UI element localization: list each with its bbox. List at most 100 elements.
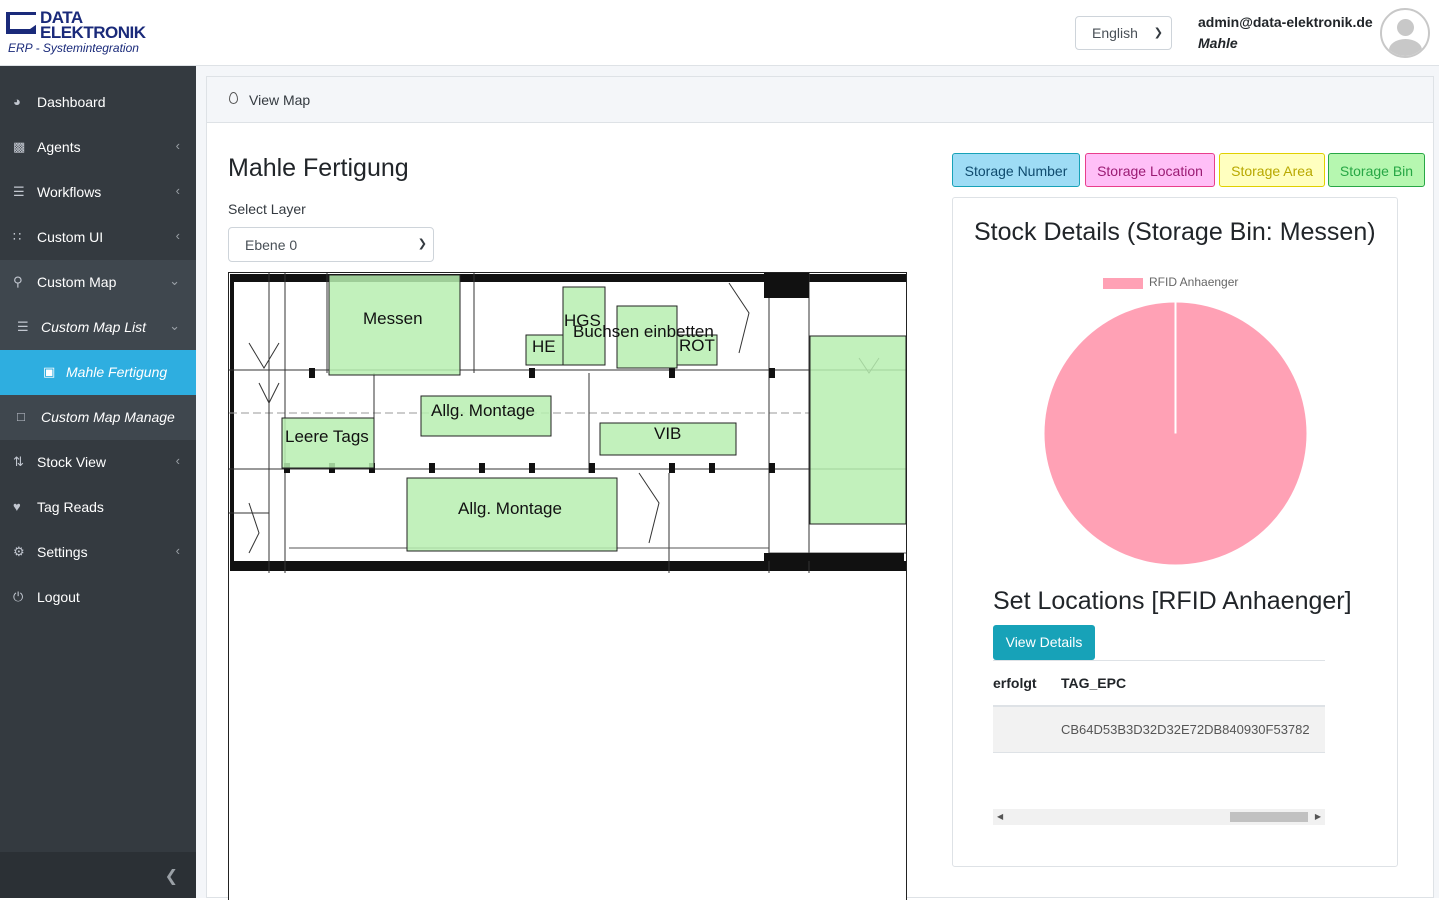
chevron-down-icon: ⌄ — [169, 273, 180, 288]
company-logo[interactable]: DATA ELEKTRONIK ERP - Systemintegration — [6, 8, 156, 56]
floor-map[interactable]: Messen HGS HE Buchsen einbetten ROT Allg… — [228, 272, 907, 900]
sidebar-item-custom-map-manage[interactable]: □ Custom Map Manage — [0, 395, 196, 440]
zone-label: Allg. Montage — [431, 401, 535, 420]
logo-tagline: ERP - Systemintegration — [8, 41, 139, 55]
sidebar-item-mahle-fertigung[interactable]: ▣ Mahle Fertigung — [0, 350, 196, 395]
view-details-button[interactable]: View Details — [993, 625, 1095, 660]
avatar-body-shape — [1389, 39, 1422, 56]
grid-icon: ∷ — [13, 229, 22, 244]
sidebar-item-label: Custom UI — [37, 229, 104, 245]
chevron-left-icon: ‹ — [175, 183, 180, 198]
main-content: View Map Mahle Fertigung Select Layer Eb… — [196, 66, 1439, 900]
user-organization: Mahle — [1198, 35, 1238, 51]
column-header-erfolgt[interactable]: erfolgt — [993, 675, 1037, 691]
chevron-down-icon: ⌄ — [169, 318, 180, 333]
zone-label: HE — [532, 337, 556, 356]
legend-storage-location-button[interactable]: Storage Location — [1085, 153, 1215, 187]
zone-label: VIB — [654, 424, 681, 443]
zone-label: Allg. Montage — [458, 499, 562, 518]
pie-legend-swatch[interactable] — [1103, 278, 1143, 289]
dashboard-icon: ◕ — [13, 94, 21, 109]
chevron-down-icon: ❯ — [417, 238, 427, 250]
floor-plan-svg: Messen HGS HE Buchsen einbetten ROT Allg… — [229, 273, 906, 573]
sidebar-item-custom-map-list[interactable]: ☰ Custom Map List ⌄ — [0, 305, 196, 350]
file-code-icon: ▣ — [43, 364, 56, 379]
column-header-tag-epc[interactable]: TAG_EPC — [1061, 675, 1126, 691]
table-top-border — [993, 660, 1325, 661]
stock-details-card: Stock Details (Storage Bin: Messen) RFID… — [952, 197, 1398, 867]
sidebar-item-tag-reads[interactable]: ♥ Tag Reads — [0, 485, 196, 530]
map-marker-icon: ⚲ — [13, 274, 23, 289]
list-icon: ☰ — [13, 184, 25, 199]
droplet-icon — [229, 92, 238, 104]
top-navbar: DATA ELEKTRONIK ERP - Systemintegration … — [0, 0, 1439, 66]
layer-label: Select Layer — [228, 201, 306, 217]
scrollbar-thumb[interactable] — [1230, 812, 1308, 822]
layer-select[interactable]: Ebene 0 ❯ — [228, 227, 434, 262]
zone-label: ROT — [679, 336, 715, 355]
sidebar-item-label: Dashboard — [37, 94, 106, 110]
sidebar-item-label: Custom Map Manage — [41, 409, 175, 425]
sidebar-footer: ❮ — [0, 852, 196, 898]
table-horizontal-scrollbar[interactable]: ◀ ▶ — [993, 809, 1325, 825]
sidebar-item-label: Custom Map List — [41, 319, 147, 335]
pie-chart — [1043, 301, 1308, 571]
zone-label: Leere Tags — [285, 427, 369, 446]
scroll-right-icon[interactable]: ▶ — [1315, 812, 1321, 821]
list-icon: ☰ — [17, 319, 29, 334]
logo-line-2: ELEKTRONIK — [40, 23, 146, 42]
chevron-left-icon: ‹ — [175, 138, 180, 153]
sidebar-item-custom-map[interactable]: ⚲ Custom Map ⌄ — [0, 260, 196, 305]
sidebar-item-label: Agents — [37, 139, 81, 155]
wall-bottom — [230, 561, 906, 571]
avatar-head-shape — [1397, 19, 1414, 36]
stock-details-title: Stock Details (Storage Bin: Messen) — [974, 218, 1376, 246]
legend-storage-number-button[interactable]: Storage Number — [952, 153, 1080, 187]
cogs-icon: ⚙ — [13, 544, 25, 559]
zone-label: Messen — [363, 309, 423, 328]
heartbeat-icon: ♥ — [13, 499, 21, 514]
language-value: English — [1092, 25, 1138, 41]
breadcrumb: View Map — [207, 77, 1433, 123]
chevron-down-icon: ❯ — [1153, 27, 1163, 39]
sidebar-item-label: Mahle Fertigung — [66, 364, 168, 380]
sidebar-item-agents[interactable]: ▩ Agents ‹ — [0, 125, 196, 170]
cell-tag-epc: CB64D53B3D32D32E72DB840930F53782 — [1061, 722, 1310, 737]
sidebar-item-label: Workflows — [37, 184, 102, 200]
chevron-left-icon: ‹ — [175, 543, 180, 558]
legend-storage-area-button[interactable]: Storage Area — [1219, 153, 1325, 187]
collapse-sidebar-icon[interactable]: ❮ — [165, 866, 178, 886]
chart-icon: ▩ — [13, 139, 26, 154]
page-title: Mahle Fertigung — [228, 154, 409, 182]
layer-select-value: Ebene 0 — [245, 237, 298, 253]
sidebar-item-logout[interactable]: ⏻ Logout — [0, 575, 196, 620]
sidebar-item-label: Logout — [37, 589, 80, 605]
stock-icon: ⇅ — [13, 454, 24, 469]
legend-storage-bin-button[interactable]: Storage Bin — [1328, 153, 1425, 187]
sidebar-item-label: Stock View — [37, 454, 106, 470]
sidebar-item-dashboard[interactable]: ◕ Dashboard — [0, 80, 196, 125]
chevron-left-icon: ‹ — [175, 453, 180, 468]
square-icon: □ — [17, 409, 25, 424]
sidebar-item-custom-ui[interactable]: ∷ Custom UI ‹ — [0, 215, 196, 260]
sidebar-item-stock-view[interactable]: ⇅ Stock View ‹ — [0, 440, 196, 485]
sidebar-item-label: Custom Map — [37, 274, 117, 290]
content-card: View Map Mahle Fertigung Select Layer Eb… — [206, 76, 1434, 900]
pie-chart-svg — [1044, 302, 1307, 565]
set-locations-title: Set Locations [RFID Anhaenger] — [993, 587, 1352, 615]
sidebar: ◕ Dashboard ▩ Agents ‹ ☰ Workflows ‹ ∷ C… — [0, 66, 196, 898]
user-avatar[interactable] — [1380, 8, 1430, 58]
sidebar-item-workflows[interactable]: ☰ Workflows ‹ — [0, 170, 196, 215]
pie-legend-label: RFID Anhaenger — [1149, 275, 1239, 289]
zone-right-area[interactable] — [809, 335, 906, 525]
power-icon: ⏻ — [13, 589, 24, 604]
sidebar-item-label: Settings — [37, 544, 88, 560]
breadcrumb-title: View Map — [249, 92, 311, 108]
logo-mark-icon — [6, 12, 50, 34]
scroll-left-icon[interactable]: ◀ — [997, 812, 1003, 821]
table-row[interactable]: CB64D53B3D32D32E72DB840930F53782 — [993, 707, 1325, 753]
sidebar-item-settings[interactable]: ⚙ Settings ‹ — [0, 530, 196, 575]
sidebar-item-label: Tag Reads — [37, 499, 104, 515]
language-select[interactable]: English ❯ — [1075, 16, 1172, 50]
chevron-left-icon: ‹ — [175, 228, 180, 243]
